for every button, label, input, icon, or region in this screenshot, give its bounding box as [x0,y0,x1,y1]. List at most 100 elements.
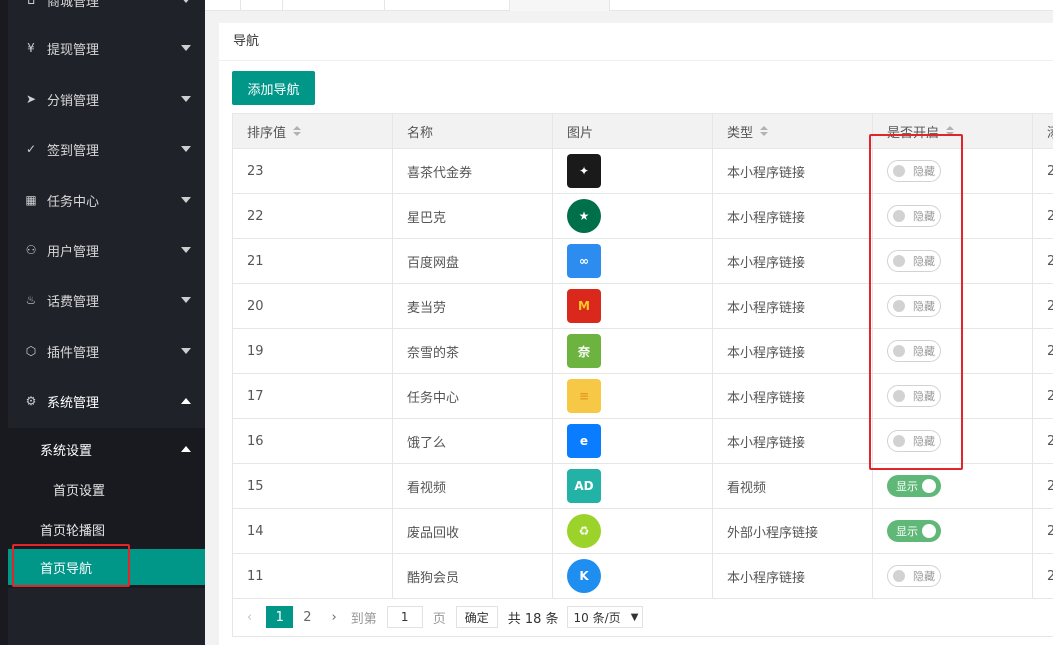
sidebar-item-home-banner[interactable]: 首页轮播图 [8,511,205,547]
sidebar-item-plugins[interactable]: ⬡ 插件管理 [8,326,205,376]
recycle-icon: ♻ [567,514,601,548]
cell-name: 饿了么 [393,419,553,463]
cell-type: 本小程序链接 [713,284,873,328]
sort-value: 17 [247,388,264,404]
goto-page-input[interactable] [386,606,423,628]
tab[interactable] [385,0,510,11]
visibility-toggle[interactable]: 显示 [887,475,941,497]
starbucks-logo: ★ [567,199,601,233]
cell-sort: 15 [233,464,393,508]
cell-type: 本小程序链接 [713,554,873,598]
toggle-label: 显示 [896,480,918,493]
sidebar-item-distribution[interactable]: ➤ 分销管理 [8,74,205,124]
extra-value: 2 [1047,523,1053,539]
visibility-toggle[interactable]: 显示 [887,520,941,542]
chevron-down-icon [181,348,191,354]
tab[interactable] [283,0,385,11]
cell-sort: 11 [233,554,393,598]
fire-icon: ♨ [25,293,37,307]
cell-extra: 2 [1033,554,1053,598]
cell-sort: 14 [233,509,393,553]
col-image-header: 图片 [553,114,713,148]
sidebar-item-system[interactable]: ⚙ 系统管理 [8,376,205,426]
extra-value: 2 [1047,253,1053,269]
sidebar-edge [0,0,8,645]
visibility-toggle[interactable]: 隐藏 [887,565,941,587]
nav-name: 喜茶代金券 [407,165,473,181]
cell-image: AD [553,464,713,508]
ad-video-icon: AD [567,469,601,503]
nav-type: 本小程序链接 [727,435,806,451]
cell-enabled: 显示 [873,509,1033,553]
cell-image: ✦ [553,149,713,193]
chevron-down-icon [181,297,191,303]
cell-extra: 2 [1033,239,1053,283]
cell-type: 本小程序链接 [713,194,873,238]
tab-strip [205,0,1053,11]
cell-enabled: 隐藏 [873,554,1033,598]
sidebar-item-label: 插件管理 [47,345,100,361]
header-label: 图片 [567,125,594,141]
cell-extra: 2 [1033,419,1053,463]
sidebar-item-shop[interactable]: ⌂ 商城管理 [8,0,205,25]
nav-name: 废品回收 [407,525,460,541]
chevron-down-icon [181,247,191,253]
cell-sort: 17 [233,374,393,418]
toggle-knob [922,479,936,493]
cell-enabled: 显示 [873,464,1033,508]
pagination: ‹ 1 2 › 到第 页 确定 共 18 条 10 条/页 ▼ [232,598,1053,637]
col-type-header[interactable]: 类型 [713,114,873,148]
page-unit-label: 页 [432,611,446,627]
chevron-up-icon [181,446,191,452]
heytea-logo: ✦ [567,154,601,188]
sidebar-group-label: 系统设置 [40,443,93,459]
sidebar-item-home-settings[interactable]: 首页设置 [8,471,205,507]
chevron-down-icon [181,0,191,3]
col-sort-header[interactable]: 排序值 [233,114,393,148]
sidebar-group-system-settings[interactable]: 系统设置 [8,431,205,467]
cell-name: 酷狗会员 [393,554,553,598]
cell-name: 看视频 [393,464,553,508]
tab[interactable] [205,0,241,11]
header-label: 排序值 [247,125,287,141]
chevron-down-icon [181,146,191,152]
col-extra-header: 添 [1033,114,1053,148]
next-page-icon[interactable]: › [331,610,336,625]
extra-value: 2 [1047,163,1053,179]
sort-value: 19 [247,343,264,359]
add-nav-button[interactable]: 添加导航 [232,71,315,105]
toggle-knob [893,570,905,582]
cell-name: 喜茶代金券 [393,149,553,193]
toggle-label: 隐藏 [913,570,935,583]
header-label: 类型 [727,125,754,141]
nav-type: 本小程序链接 [727,345,806,361]
tab-active[interactable] [510,0,610,11]
sidebar-item-phone-bill[interactable]: ♨ 话费管理 [8,275,205,325]
nav-type: 本小程序链接 [727,210,806,226]
cell-sort: 20 [233,284,393,328]
cell-image: 奈 [553,329,713,373]
sidebar-item-task-center[interactable]: ▦ 任务中心 [8,175,205,225]
cell-extra: 2 [1033,509,1053,553]
cell-name: 百度网盘 [393,239,553,283]
sort-icon[interactable] [760,125,769,137]
sort-value: 15 [247,478,264,494]
sidebar-item-label: 任务中心 [47,194,100,210]
page-size-select[interactable]: 10 条/页 ▼ [566,606,644,628]
sidebar-item-withdraw[interactable]: ¥ 提现管理 [8,23,205,73]
prev-page-icon[interactable]: ‹ [247,610,252,625]
cell-type: 外部小程序链接 [713,509,873,553]
sidebar-item-signin[interactable]: ✓ 签到管理 [8,124,205,174]
goto-confirm-button[interactable]: 确定 [455,606,498,628]
cell-name: 废品回收 [393,509,553,553]
gear-icon: ⚙ [25,394,37,408]
page-1[interactable]: 1 [266,606,294,628]
tab[interactable] [241,0,283,11]
sidebar-item-users[interactable]: ⚇ 用户管理 [8,225,205,275]
page-2[interactable]: 2 [303,606,311,628]
sidebar-item-label: 系统管理 [47,395,100,411]
cell-sort: 19 [233,329,393,373]
sidebar-item-label: 签到管理 [47,143,100,159]
sort-icon[interactable] [293,125,302,137]
cell-extra: 2 [1033,284,1053,328]
